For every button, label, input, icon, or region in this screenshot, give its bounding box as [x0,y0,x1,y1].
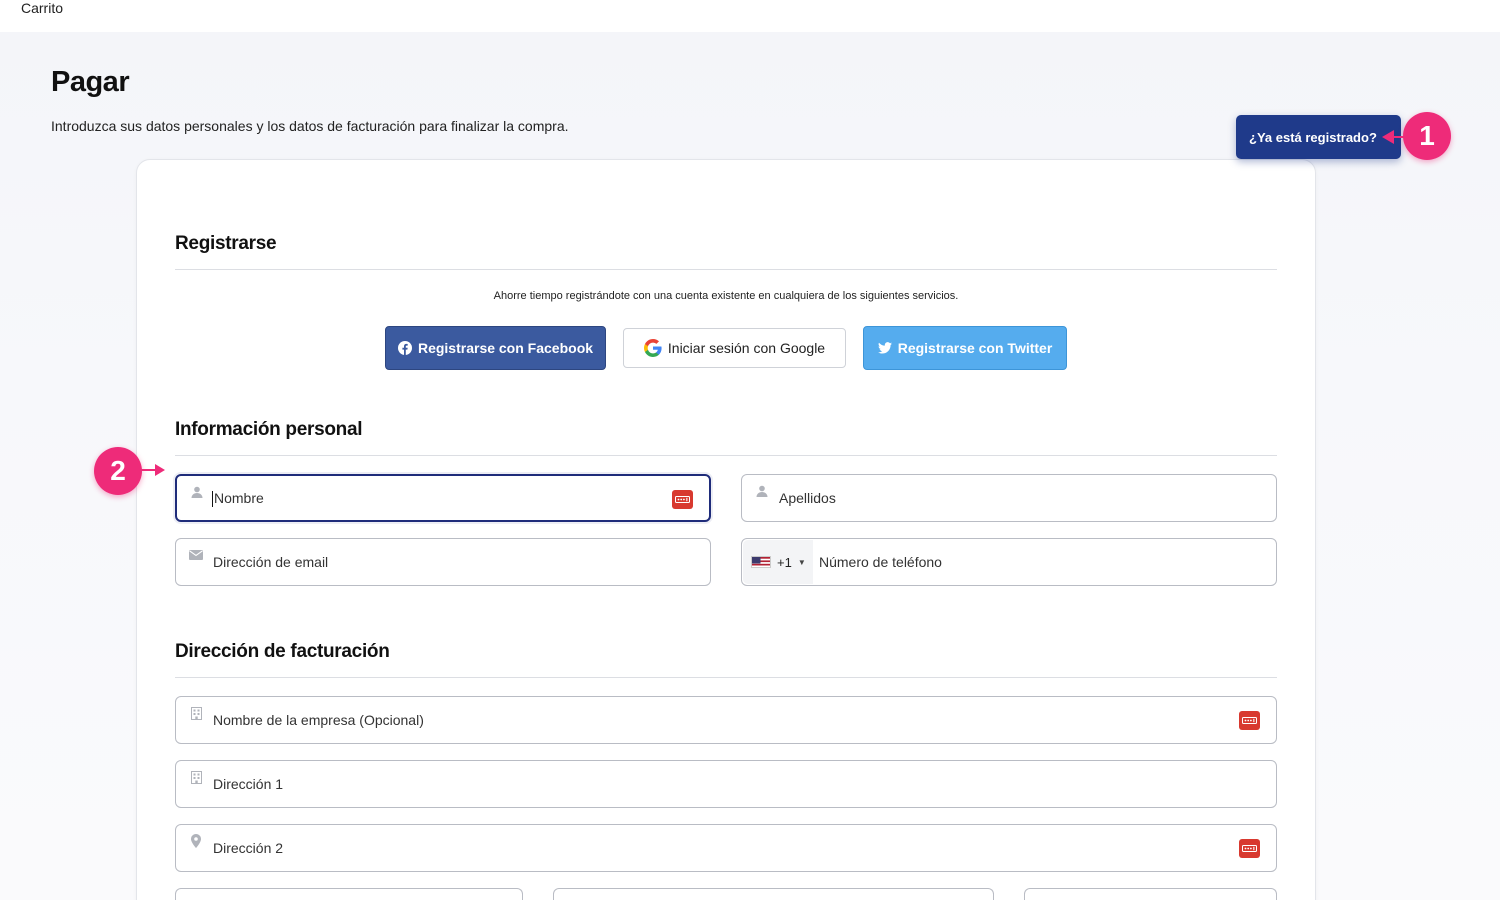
marker-2-line [141,469,155,471]
company-placeholder: Nombre de la empresa (Opcional) [213,712,424,728]
billing-divider [175,677,1277,678]
password-manager-icon[interactable] [672,490,693,509]
register-divider [175,269,1277,270]
building-icon [189,770,203,784]
page-subtitle: Introduzca sus datos personales y los da… [51,118,569,134]
marker-1-arrow [1382,130,1394,144]
top-bar: Carrito [0,0,1500,32]
location-pin-icon [189,834,203,848]
first-name-placeholder: Nombre [214,490,264,506]
user-icon [755,484,769,498]
user-icon [190,485,204,499]
mail-icon [189,548,203,562]
facebook-register-label: Registrarse con Facebook [417,340,594,356]
chevron-down-icon: ▼ [797,557,806,567]
google-icon [643,339,662,357]
email-field[interactable]: Dirección de email [175,538,711,586]
already-registered-button[interactable]: ¿Ya está registrado? [1236,115,1401,159]
email-placeholder: Dirección de email [213,554,329,570]
phone-field[interactable]: +1 ▼ Número de teléfono [741,538,1277,586]
last-name-field[interactable]: Apellidos [741,474,1277,522]
personal-divider [175,455,1277,456]
password-manager-icon[interactable] [1239,711,1260,730]
state-field[interactable] [553,888,994,900]
personal-section-title: Información personal [175,419,363,440]
google-signin-button[interactable]: Iniciar sesión con Google [623,328,846,368]
register-hint: Ahorre tiempo registrándote con una cuen… [493,290,959,302]
facebook-icon [397,341,412,355]
marker-2-arrow [155,464,165,476]
phone-placeholder: Número de teléfono [819,554,942,570]
page-title: Pagar [51,66,130,98]
address-1-field[interactable]: Dirección 1 [175,760,1277,808]
last-name-placeholder: Apellidos [779,490,836,506]
building-icon [189,706,203,720]
company-field[interactable]: Nombre de la empresa (Opcional) [175,696,1277,744]
password-manager-icon[interactable] [1239,839,1260,858]
phone-country-code: +1 [777,554,792,570]
us-flag-icon [751,556,771,568]
google-signin-label: Iniciar sesión con Google [667,340,826,356]
annotation-marker-2: 2 [94,447,142,495]
facebook-register-button[interactable]: Registrarse con Facebook [385,326,606,370]
twitter-register-button[interactable]: Registrarse con Twitter [863,326,1067,370]
twitter-icon [877,342,892,354]
billing-section-title: Dirección de facturación [175,641,390,662]
postcode-field[interactable] [1024,888,1277,900]
address-2-field[interactable]: Dirección 2 [175,824,1277,872]
city-field[interactable] [175,888,523,900]
twitter-register-label: Registrarse con Twitter [897,340,1053,356]
text-cursor [212,491,213,508]
annotation-marker-1: 1 [1403,112,1451,160]
address-1-placeholder: Dirección 1 [213,776,284,792]
address-2-placeholder: Dirección 2 [213,840,284,856]
breadcrumb-cart[interactable]: Carrito [21,0,63,16]
first-name-field[interactable]: Nombre [175,474,711,522]
country-code-selector[interactable]: +1 ▼ [743,540,813,584]
register-section-title: Registrarse [175,233,277,254]
